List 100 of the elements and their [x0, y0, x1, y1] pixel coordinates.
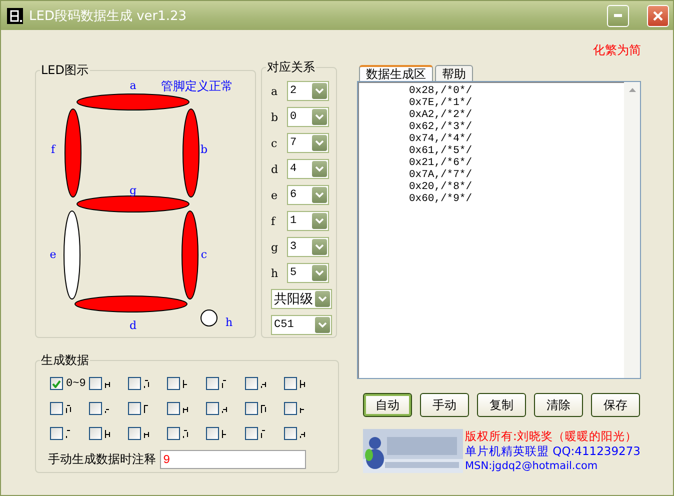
- scroll-up-icon: [628, 88, 636, 92]
- segment-glyph-icon: [261, 430, 266, 438]
- code-line: 0x61,/*5*/: [409, 145, 474, 157]
- output-text-area[interactable]: 0x28,/*0*/ 0x7E,/*1*/ 0xA2,/*2*/ 0x62,/*3*/ 0x74,/*4*/ 0x61,/*5*/ 0x21,/*6*/ 0x7A,/*7*/ 0x20,/*8*/ 0x60,/*9*/: [357, 81, 641, 379]
- segment-glyph-icon: [300, 380, 305, 388]
- action-button[interactable]: 自动: [363, 393, 412, 417]
- chevron-down-icon: [315, 270, 324, 276]
- polarity-dropdown[interactable]: 共阳级: [271, 289, 332, 309]
- pin-status-text: 管脚定义正常: [161, 79, 233, 93]
- pin-dropdown[interactable]: 3: [287, 237, 329, 257]
- chevron-down-icon: [315, 244, 324, 250]
- segment-glyph-icon: [144, 380, 149, 388]
- checkbox[interactable]: [284, 427, 297, 440]
- action-button[interactable]: 保存: [591, 393, 640, 417]
- code-line: 0x21,/*6*/: [409, 157, 474, 169]
- minimize-icon: [614, 14, 622, 17]
- code-line: 0xA2,/*2*/: [409, 109, 474, 121]
- segment-label: b: [200, 143, 208, 156]
- chevron-down-icon: [315, 140, 324, 146]
- checkbox[interactable]: [167, 402, 180, 415]
- group-title: LED图示: [40, 62, 90, 79]
- pin-dropdown[interactable]: 4: [287, 159, 329, 179]
- checkbox[interactable]: [89, 377, 102, 390]
- segment-label: f: [50, 143, 56, 156]
- checkbox[interactable]: [245, 402, 258, 415]
- segment-glyph-icon: [105, 380, 110, 388]
- checkbox[interactable]: [128, 377, 141, 390]
- segment-label: c: [271, 136, 278, 150]
- checkbox[interactable]: [50, 377, 63, 390]
- checkbox[interactable]: [128, 427, 141, 440]
- segment-label: g: [271, 240, 279, 254]
- segment-glyph-icon: [144, 430, 149, 438]
- checkbox[interactable]: [245, 427, 258, 440]
- checkbox[interactable]: [50, 427, 63, 440]
- msn-text: MSN:jgdq2@hotmail.com: [465, 459, 599, 474]
- checkbox[interactable]: [206, 427, 219, 440]
- pin-dropdown[interactable]: 2: [287, 81, 329, 101]
- checkbox[interactable]: [128, 402, 141, 415]
- checkbox[interactable]: [206, 402, 219, 415]
- checkbox[interactable]: [284, 377, 297, 390]
- tab[interactable]: 数据生成区: [359, 65, 433, 81]
- checkbox[interactable]: [206, 377, 219, 390]
- checkbox[interactable]: [167, 377, 180, 390]
- contact-text: 单片机精英联盟 QQ:411239273: [465, 444, 640, 459]
- code-line: 0x7A,/*7*/: [409, 169, 474, 181]
- segment-glyph-icon: [222, 430, 227, 438]
- checkbox[interactable]: [89, 427, 102, 440]
- close-button[interactable]: [647, 4, 669, 26]
- segment-label: e: [271, 188, 279, 202]
- comment-label: 手动生成数据时注释: [48, 451, 156, 468]
- segment-label: f: [271, 214, 277, 228]
- chevron-down-icon: [318, 322, 327, 328]
- segment-glyph-icon: [66, 404, 71, 412]
- action-button[interactable]: 清除: [534, 393, 583, 417]
- segment-glyph-icon: [183, 404, 188, 412]
- segment-glyph-icon: [222, 380, 227, 388]
- code-line: 0x62,/*3*/: [409, 121, 474, 133]
- chevron-down-icon: [315, 88, 324, 94]
- pin-dropdown[interactable]: 7: [287, 133, 329, 153]
- code-line: 0x28,/*0*/: [409, 85, 474, 97]
- pin-dropdown[interactable]: 1: [287, 211, 329, 231]
- segment-glyph-icon: [222, 404, 227, 412]
- seven-segment-icon: [7, 8, 23, 24]
- chevron-down-icon: [315, 166, 324, 172]
- segment-label: h: [225, 316, 233, 329]
- segment-label: a: [130, 79, 136, 92]
- segment-label: e: [50, 248, 56, 261]
- action-button[interactable]: 手动: [420, 393, 469, 417]
- checkbox[interactable]: [167, 427, 180, 440]
- segment-label: g: [129, 184, 137, 197]
- segment-label: h: [271, 266, 279, 280]
- checkbox[interactable]: [245, 377, 258, 390]
- segment-label: a: [271, 84, 279, 98]
- code-line: 0x20,/*8*/: [409, 181, 474, 193]
- group-title: 对应关系: [266, 59, 316, 76]
- pin-dropdown[interactable]: 0: [287, 107, 329, 127]
- checkbox-label: 0~9: [66, 378, 86, 390]
- chevron-down-icon: [315, 218, 324, 224]
- checkbox[interactable]: [89, 402, 102, 415]
- copyright-text: 版权所有:刘晓奖（暖暖的阳光）: [465, 429, 638, 444]
- action-button[interactable]: 复制: [477, 393, 526, 417]
- segment-glyph-icon: [261, 380, 266, 388]
- close-icon: [652, 10, 664, 22]
- segment-glyph-icon: [261, 404, 266, 412]
- scrollbar[interactable]: [624, 82, 640, 378]
- segment-label: d: [271, 162, 279, 176]
- comment-field[interactable]: 9: [160, 450, 306, 469]
- code-line: 0x7E,/*1*/: [409, 97, 474, 109]
- checkbox[interactable]: [50, 402, 63, 415]
- minimize-button[interactable]: [607, 4, 629, 26]
- segment-glyph-icon: [183, 380, 188, 388]
- pin-dropdown[interactable]: 5: [287, 263, 329, 283]
- chevron-down-icon: [315, 114, 324, 120]
- code-line: 0x60,/*9*/: [409, 193, 474, 205]
- code-line: 0x74,/*4*/: [409, 133, 474, 145]
- compiler-dropdown[interactable]: C51: [271, 315, 332, 335]
- checkbox[interactable]: [284, 402, 297, 415]
- pin-dropdown[interactable]: 6: [287, 185, 329, 205]
- chevron-down-icon: [315, 192, 324, 198]
- tab[interactable]: 帮助: [435, 65, 473, 81]
